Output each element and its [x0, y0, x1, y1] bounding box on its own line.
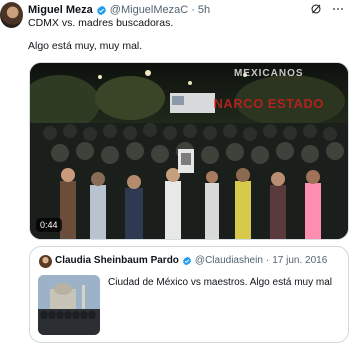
quoted-avatar[interactable]: [39, 255, 52, 268]
avatar[interactable]: [0, 2, 23, 28]
quoted-author-name[interactable]: Claudia Sheinbaum Pardo: [55, 255, 179, 266]
separator-dot: ·: [265, 255, 270, 266]
video-player[interactable]: MEXICANOS NARCO ESTADO 0:44: [29, 62, 349, 240]
quoted-image[interactable]: [38, 275, 100, 335]
watermark-top: MEXICANOS: [233, 68, 304, 79]
quoted-handle[interactable]: @Claudiashein: [195, 255, 263, 266]
quoted-post[interactable]: Claudia Sheinbaum Pardo @Claudiashein · …: [29, 246, 349, 343]
watermark-bottom: NARCO ESTADO: [213, 96, 324, 111]
header-actions: [310, 3, 344, 15]
author-handle[interactable]: @MiguelMezaC: [110, 4, 188, 16]
verified-badge-icon: [96, 5, 106, 15]
tweet-header: Miguel Meza @MiguelMezaC · 5h: [28, 3, 210, 17]
verified-badge-icon: [183, 256, 191, 265]
quoted-header: Claudia Sheinbaum Pardo @Claudiashein · …: [55, 255, 327, 266]
quoted-date[interactable]: 17 jun. 2016: [272, 255, 327, 266]
watermark: MEXICANOS NARCO ESTADO: [213, 68, 324, 111]
separator-dot: ·: [191, 4, 195, 16]
tweet-text-line1: CDMX vs. madres buscadoras.: [28, 17, 174, 29]
author-name[interactable]: Miguel Meza: [28, 4, 93, 16]
more-options-icon[interactable]: [332, 3, 344, 15]
grok-icon[interactable]: [310, 3, 322, 15]
video-duration: 0:44: [36, 218, 62, 232]
tweet-text-line2: Algo está muy, muy mal.: [28, 40, 143, 52]
quoted-text: Ciudad de México vs maestros. Algo está …: [108, 277, 332, 288]
tweet: Miguel Meza @MiguelMezaC · 5h CDMX vs. m…: [0, 0, 350, 350]
post-time[interactable]: 5h: [198, 4, 210, 16]
quoted-image-graphic: [38, 275, 100, 335]
